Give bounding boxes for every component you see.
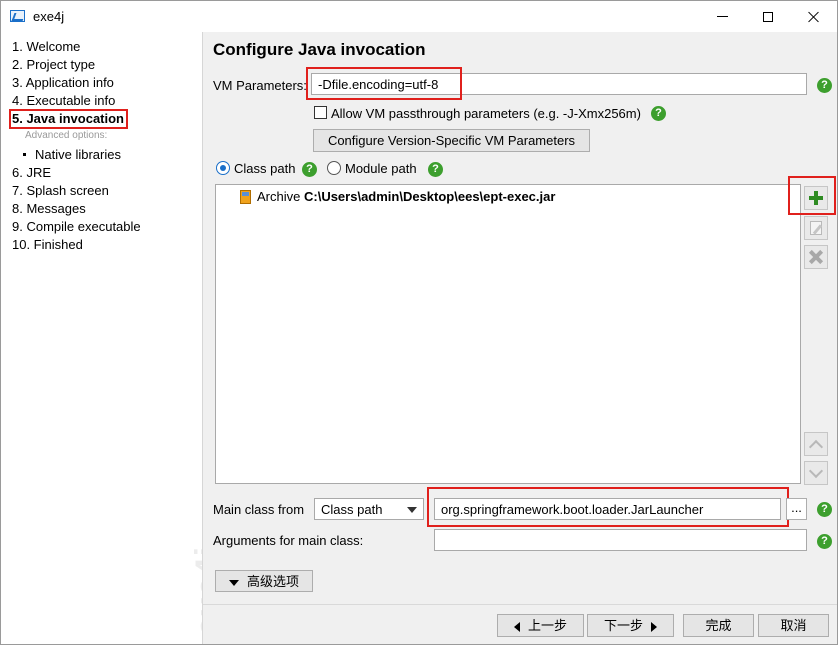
wizard-steps-sidebar: 1. Welcome 2. Project type 3. Applicatio…	[1, 32, 203, 644]
main-class-from-label: Main class from	[213, 502, 305, 517]
remove-classpath-button[interactable]	[804, 245, 828, 269]
footer-divider	[203, 604, 837, 605]
help-icon[interactable]: ?	[302, 162, 317, 177]
browse-main-class-button[interactable]: ...	[786, 498, 807, 520]
back-button-label: 上一步	[527, 618, 567, 633]
triangle-left-icon	[513, 621, 520, 632]
version-specific-vm-params-button[interactable]: Configure Version-Specific VM Parameters	[313, 129, 590, 152]
arguments-input[interactable]	[434, 529, 807, 551]
chevron-down-icon	[808, 463, 824, 478]
move-down-button[interactable]	[804, 461, 828, 485]
cancel-button[interactable]: 取消	[758, 614, 829, 637]
step-jre[interactable]: 6. JRE	[12, 165, 51, 180]
vm-parameters-highlight	[306, 67, 462, 100]
edit-classpath-button[interactable]	[804, 216, 828, 240]
arguments-label: Arguments for main class:	[213, 533, 364, 548]
next-button-label: 下一步	[603, 618, 643, 633]
help-icon[interactable]: ?	[651, 106, 666, 121]
step-compile-executable[interactable]: 9. Compile executable	[12, 219, 141, 234]
main-class-source-value: Class path	[321, 502, 383, 517]
dropdown-arrow-icon	[407, 507, 417, 513]
exe4j-app-icon	[10, 10, 25, 22]
step-application-info[interactable]: 3. Application info	[12, 75, 114, 90]
vm-passthrough-label: Allow VM passthrough parameters (e.g. -J…	[331, 106, 641, 121]
title-bar: exe4j	[1, 1, 837, 32]
finish-button[interactable]: 完成	[683, 614, 754, 637]
edit-icon	[810, 221, 822, 235]
native-libraries-label: Native libraries	[35, 147, 121, 162]
help-icon[interactable]: ?	[428, 162, 443, 177]
step-welcome[interactable]: 1. Welcome	[12, 39, 80, 54]
main-panel: Configure Java invocation VM Parameters:…	[203, 32, 837, 644]
step-splash-screen[interactable]: 7. Splash screen	[12, 183, 109, 198]
help-icon[interactable]: ?	[817, 78, 832, 93]
minimize-icon	[716, 16, 728, 17]
active-step-highlight	[9, 109, 128, 129]
back-button[interactable]: 上一步	[497, 614, 584, 637]
bullet-icon	[23, 153, 26, 157]
main-class-source-select[interactable]: Class path	[314, 498, 424, 520]
advanced-options-button-label: 高级选项	[246, 574, 299, 589]
watermark-text: exe4j	[189, 545, 203, 636]
chevron-up-icon	[808, 439, 824, 454]
app-window: exe4j 1. Welcome 2. Project type 3. Appl…	[0, 0, 838, 645]
maximize-button[interactable]	[745, 1, 791, 32]
step-finished[interactable]: 10. Finished	[12, 237, 83, 252]
page-title: Configure Java invocation	[213, 40, 426, 59]
classpath-entry[interactable]: Archive C:\Users\admin\Desktop\ees\ept-e…	[257, 189, 555, 204]
help-icon[interactable]: ?	[817, 534, 832, 549]
step-messages[interactable]: 8. Messages	[12, 201, 86, 216]
vm-parameters-label: VM Parameters:	[213, 78, 307, 93]
classpath-list[interactable]: Archive C:\Users\admin\Desktop\ees\ept-e…	[215, 184, 801, 484]
window-title: exe4j	[33, 9, 65, 24]
add-classpath-button[interactable]	[804, 186, 828, 210]
vm-passthrough-checkbox[interactable]	[314, 106, 327, 119]
classpath-entry-type: Archive	[257, 189, 301, 204]
module-path-radio-label: Module path	[345, 161, 417, 176]
close-icon	[808, 11, 820, 23]
classpath-entry-path: C:\Users\admin\Desktop\ees\ept-exec.jar	[303, 189, 556, 204]
triangle-down-icon	[228, 579, 239, 586]
step-executable-info[interactable]: 4. Executable info	[12, 93, 115, 108]
jar-archive-icon	[240, 190, 251, 204]
step-native-libraries[interactable]: Native libraries	[23, 147, 121, 162]
exe4j-watermark: exe4j	[151, 488, 202, 638]
module-path-radio[interactable]	[327, 161, 341, 175]
maximize-icon	[763, 11, 773, 22]
delete-icon	[809, 250, 823, 264]
class-path-radio[interactable]	[216, 161, 230, 175]
close-button[interactable]	[791, 1, 837, 32]
triangle-right-icon	[651, 621, 657, 632]
move-up-button[interactable]	[804, 432, 828, 456]
plus-icon	[809, 191, 823, 205]
step-project-type[interactable]: 2. Project type	[12, 57, 95, 72]
next-button[interactable]: 下一步	[587, 614, 674, 637]
advanced-options-button[interactable]: 高级选项	[215, 570, 313, 592]
minimize-button[interactable]	[699, 1, 745, 32]
class-path-radio-label: Class path	[234, 161, 296, 176]
main-class-highlight	[427, 487, 789, 527]
advanced-options-label: Advanced options:	[25, 130, 108, 141]
help-icon[interactable]: ?	[817, 502, 832, 517]
